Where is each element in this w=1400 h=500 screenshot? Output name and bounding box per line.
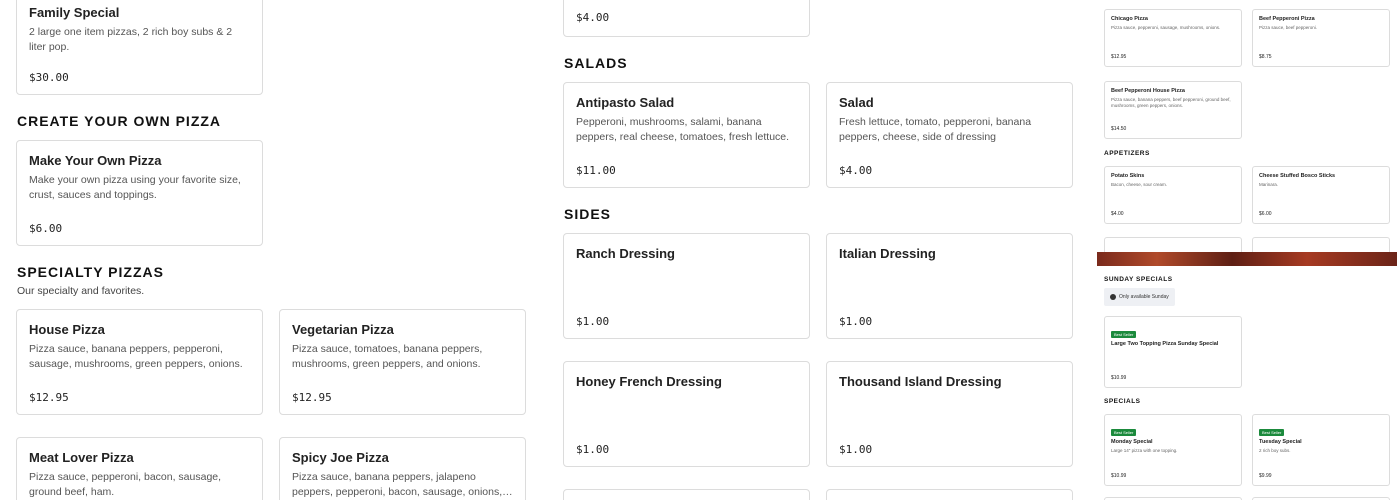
item-title: Thousand Island Dressing	[839, 374, 1002, 389]
item-price: $4.00	[1111, 211, 1124, 217]
section-appetizers: APPETIZERS	[1104, 150, 1150, 157]
section-sunday-specials: SUNDAY SPECIALS	[1104, 276, 1173, 283]
item-title: Spicy Joe Pizza	[292, 450, 389, 465]
thousand-island-dressing-card[interactable]: Thousand Island Dressing $1.00	[826, 361, 1073, 467]
italian-dressing-card[interactable]: Italian Dressing $1.00	[826, 233, 1073, 339]
item-title: Tuesday Special	[1259, 439, 1302, 445]
house-pizza-card[interactable]: House Pizza Pizza sauce, banana peppers,…	[16, 309, 263, 415]
item-price: $12.95	[292, 391, 332, 404]
item-price: $6.00	[1259, 211, 1272, 217]
item-title: Cheese Stuffed Bosco Sticks	[1259, 173, 1336, 179]
meat-lover-pizza-card[interactable]: Meat Lover Pizza Pizza sauce, pepperoni,…	[16, 437, 263, 500]
item-description: Pizza sauce, pepperoni, bacon, sausage, …	[29, 471, 222, 498]
honey-french-dressing-card[interactable]: Honey French Dressing $1.00	[563, 361, 810, 467]
item-description: Pizza sauce, banana peppers, pepperoni, …	[29, 343, 243, 370]
sunday-specials-banner-image	[1097, 252, 1397, 266]
item-title: Chicago Pizza	[1111, 16, 1148, 22]
section-salads: SALADS	[564, 55, 628, 71]
spicy-joe-pizza-card[interactable]: Spicy Joe Pizza Pizza sauce, banana pepp…	[279, 437, 526, 500]
section-create-your-own: CREATE YOUR OWN PIZZA	[17, 113, 222, 129]
next-item-card[interactable]	[563, 489, 810, 500]
next-item-card[interactable]	[826, 489, 1073, 500]
item-price: $14.50	[1111, 126, 1127, 132]
item-description: 2 large one item pizzas, 2 rich boy subs…	[29, 26, 233, 53]
make-your-own-card[interactable]: Make Your Own Pizza Make your own pizza …	[16, 140, 263, 246]
item-title: Antipasto Salad	[576, 95, 675, 110]
clock-icon	[1110, 294, 1116, 300]
item-description: Pizza sauce, banana peppers, beef pepper…	[1111, 97, 1231, 108]
item-description: Pizza sauce, tomatoes, banana peppers, m…	[292, 343, 483, 370]
family-special-card[interactable]: Family Special 2 large one item pizzas, …	[16, 0, 263, 95]
ranch-dressing-card[interactable]: Ranch Dressing $1.00	[563, 233, 810, 339]
item-price: $10.99	[1111, 375, 1127, 381]
item-title: Large Two Topping Pizza Sunday Special	[1111, 341, 1219, 347]
chicago-pizza-card[interactable]: Chicago Pizza Pizza sauce, pepperoni, sa…	[1104, 9, 1242, 67]
best-seller-badge: Best Seller	[1259, 429, 1285, 436]
top-item-card[interactable]: $4.00	[563, 0, 810, 37]
section-subtitle: Our specialty and favorites.	[17, 285, 145, 297]
salad-card[interactable]: Salad Fresh lettuce, tomato, pepperoni, …	[826, 82, 1073, 188]
item-price: $1.00	[839, 443, 873, 456]
sunday-special-card[interactable]: Best Seller Large Two Topping Pizza Sund…	[1104, 316, 1242, 388]
item-price: $4.00	[576, 11, 610, 24]
item-description: Fresh lettuce, tomato, pepperoni, banana…	[839, 116, 1032, 143]
section-sides: SIDES	[564, 206, 612, 222]
pill-label: Only available Sunday	[1119, 294, 1169, 300]
item-title: Beef Pepperoni Pizza	[1259, 16, 1315, 22]
item-description: 2 rich boy subs.	[1259, 448, 1291, 453]
best-seller-badge: Best Seller	[1111, 429, 1137, 436]
item-description: Make your own pizza using your favorite …	[29, 174, 241, 201]
item-price: $12.95	[1111, 54, 1127, 60]
item-title: Potato Skins	[1111, 173, 1145, 179]
item-title: Vegetarian Pizza	[292, 322, 394, 337]
item-title: Honey French Dressing	[576, 374, 722, 389]
item-price: $1.00	[576, 443, 610, 456]
item-title: Italian Dressing	[839, 246, 936, 261]
item-title: House Pizza	[29, 322, 105, 337]
item-description: Pizza sauce, banana peppers, jalapeno pe…	[292, 471, 503, 498]
item-title: Family Special	[29, 5, 120, 20]
section-specials: SPECIALS	[1104, 398, 1141, 405]
item-price: $8.75	[1259, 54, 1272, 60]
beef-pepperoni-pizza-card[interactable]: Beef Pepperoni Pizza Pizza sauce, beef p…	[1252, 9, 1390, 67]
item-price: $30.00	[29, 71, 69, 84]
cheese-sticks-card[interactable]: Cheese Stuffed Bosco Sticks Marinara. $6…	[1252, 166, 1390, 224]
item-description: Pizza sauce, beef pepperoni.	[1259, 25, 1318, 30]
item-price: $6.00	[29, 222, 63, 235]
monday-special-card[interactable]: Best Seller Monday Special Large 14" piz…	[1104, 414, 1242, 486]
beef-pepperoni-house-pizza-card[interactable]: Beef Pepperoni House Pizza Pizza sauce, …	[1104, 81, 1242, 139]
item-title: Salad	[839, 95, 874, 110]
only-sunday-pill: Only available Sunday	[1104, 288, 1175, 306]
best-seller-badge: Best Seller	[1111, 331, 1137, 338]
item-title: Meat Lover Pizza	[29, 450, 134, 465]
item-price: $10.99	[1111, 473, 1127, 479]
item-price: $1.00	[576, 315, 610, 328]
antipasto-salad-card[interactable]: Antipasto Salad Pepperoni, mushrooms, sa…	[563, 82, 810, 188]
item-price: $12.95	[29, 391, 69, 404]
item-title: Monday Special	[1111, 439, 1153, 445]
item-title: Beef Pepperoni House Pizza	[1111, 88, 1185, 94]
item-description: Marinara.	[1259, 182, 1279, 187]
item-description: Bacon, cheese, sour cream.	[1111, 182, 1168, 187]
vegetarian-pizza-card[interactable]: Vegetarian Pizza Pizza sauce, tomatoes, …	[279, 309, 526, 415]
item-description: Pepperoni, mushrooms, salami, banana pep…	[576, 116, 790, 143]
item-price: $11.00	[576, 164, 616, 177]
item-price: $9.99	[1259, 473, 1272, 479]
item-title: Ranch Dressing	[576, 246, 675, 261]
item-description: Large 14" pizza with one topping.	[1111, 448, 1178, 453]
section-specialty-pizzas: SPECIALTY PIZZAS	[17, 264, 164, 280]
potato-skins-card[interactable]: Potato Skins Bacon, cheese, sour cream. …	[1104, 166, 1242, 224]
item-title: Make Your Own Pizza	[29, 153, 162, 168]
item-price: $4.00	[839, 164, 873, 177]
tuesday-special-card[interactable]: Best Seller Tuesday Special 2 rich boy s…	[1252, 414, 1390, 486]
item-price: $1.00	[839, 315, 873, 328]
item-description: Pizza sauce, pepperoni, sausage, mushroo…	[1111, 25, 1221, 30]
